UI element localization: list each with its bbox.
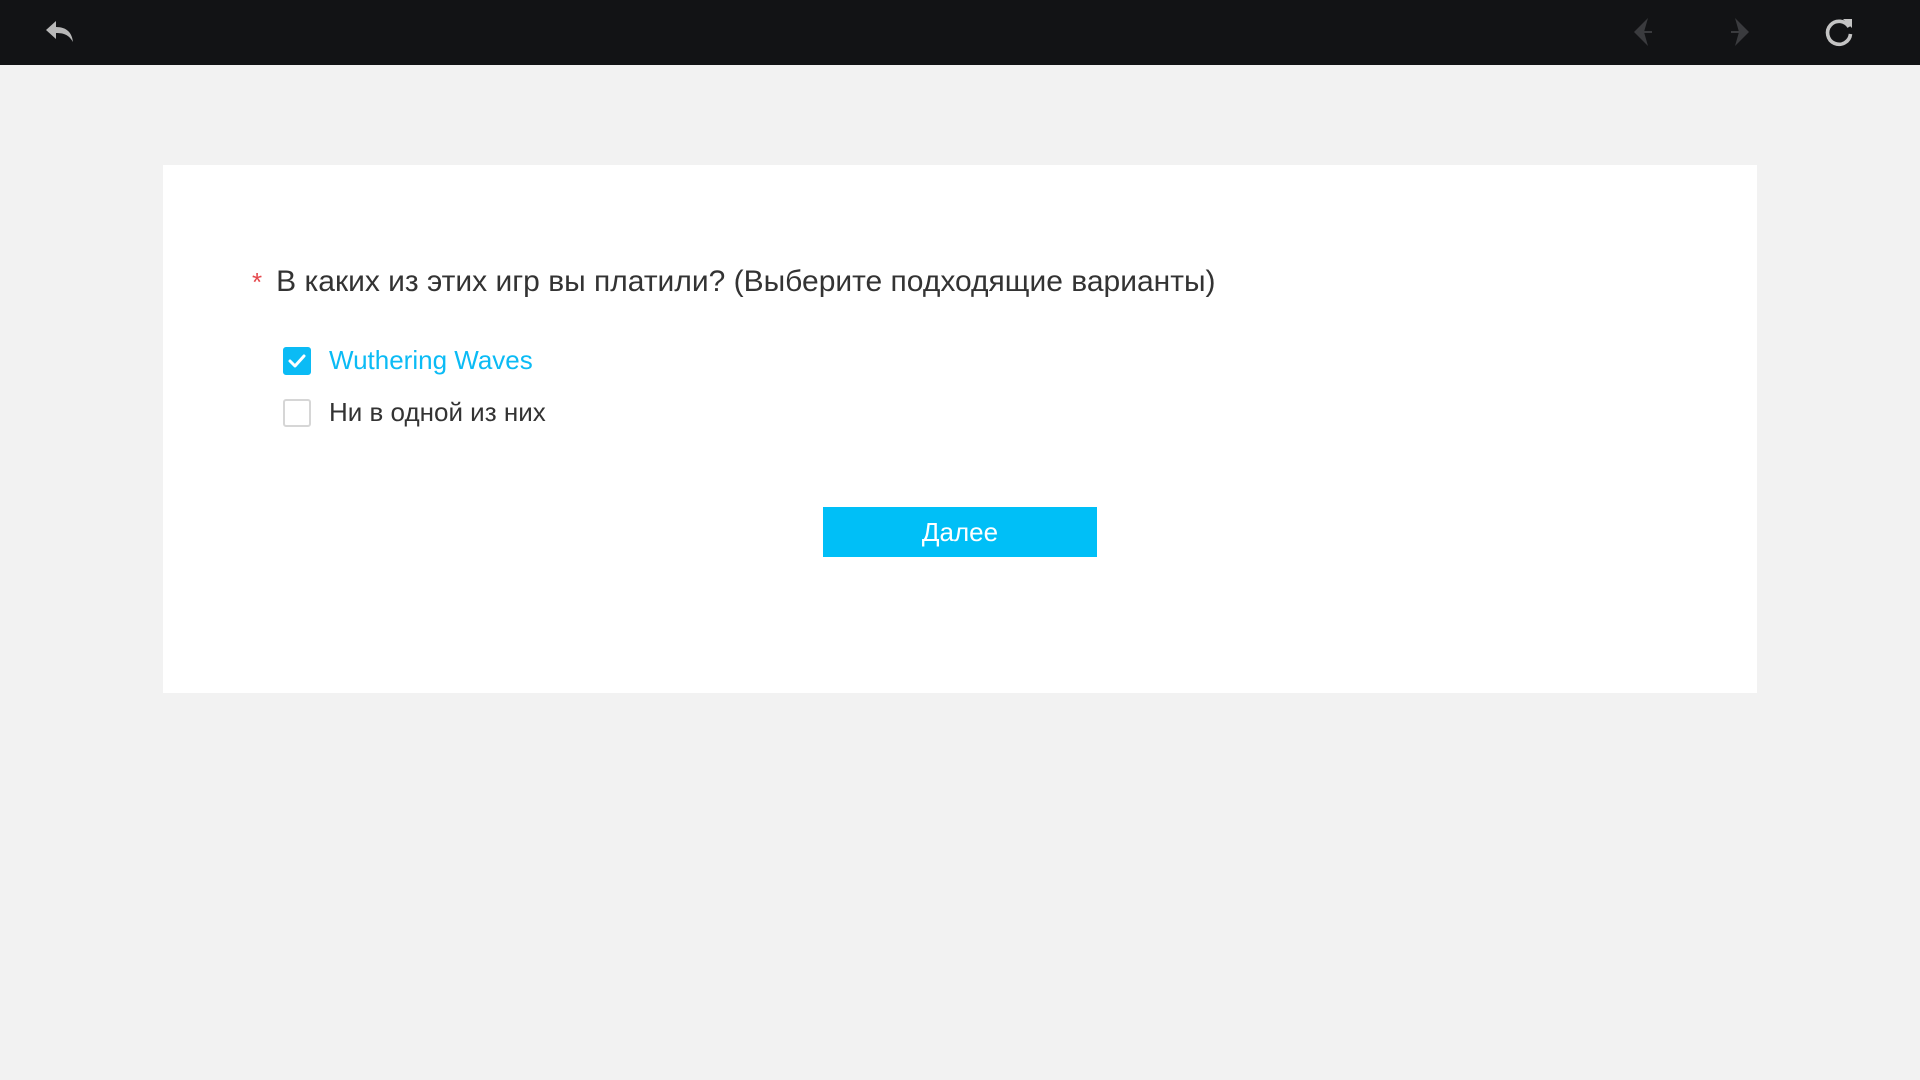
next-button[interactable]: Далее — [823, 507, 1097, 557]
arrow-right-icon — [1731, 18, 1749, 46]
option-none[interactable]: Ни в одной из них — [283, 397, 546, 428]
undo-arrow-icon — [46, 21, 73, 42]
prev-button[interactable] — [1623, 12, 1663, 52]
checkbox-unchecked[interactable] — [283, 398, 311, 427]
arrow-left-icon — [1634, 18, 1652, 46]
question-text: В каких из этих игр вы платили? (Выберит… — [276, 265, 1216, 298]
option-wuthering-waves[interactable]: Wuthering Waves — [283, 345, 533, 376]
question-title: * В каких из этих игр вы платили? (Выбер… — [252, 265, 1216, 299]
survey-card: * В каких из этих игр вы платили? (Выбер… — [163, 165, 1757, 693]
option-label: Wuthering Waves — [329, 345, 533, 375]
next-page-button[interactable] — [1720, 12, 1760, 52]
reload-button[interactable] — [1819, 12, 1859, 52]
browser-toolbar — [0, 0, 1920, 65]
checkbox-checked[interactable] — [283, 346, 311, 375]
required-mark: * — [252, 267, 263, 297]
option-label: Ни в одной из них — [329, 397, 546, 427]
reload-icon — [1825, 19, 1853, 47]
checkmark-icon — [288, 354, 306, 367]
back-button[interactable] — [40, 12, 80, 52]
